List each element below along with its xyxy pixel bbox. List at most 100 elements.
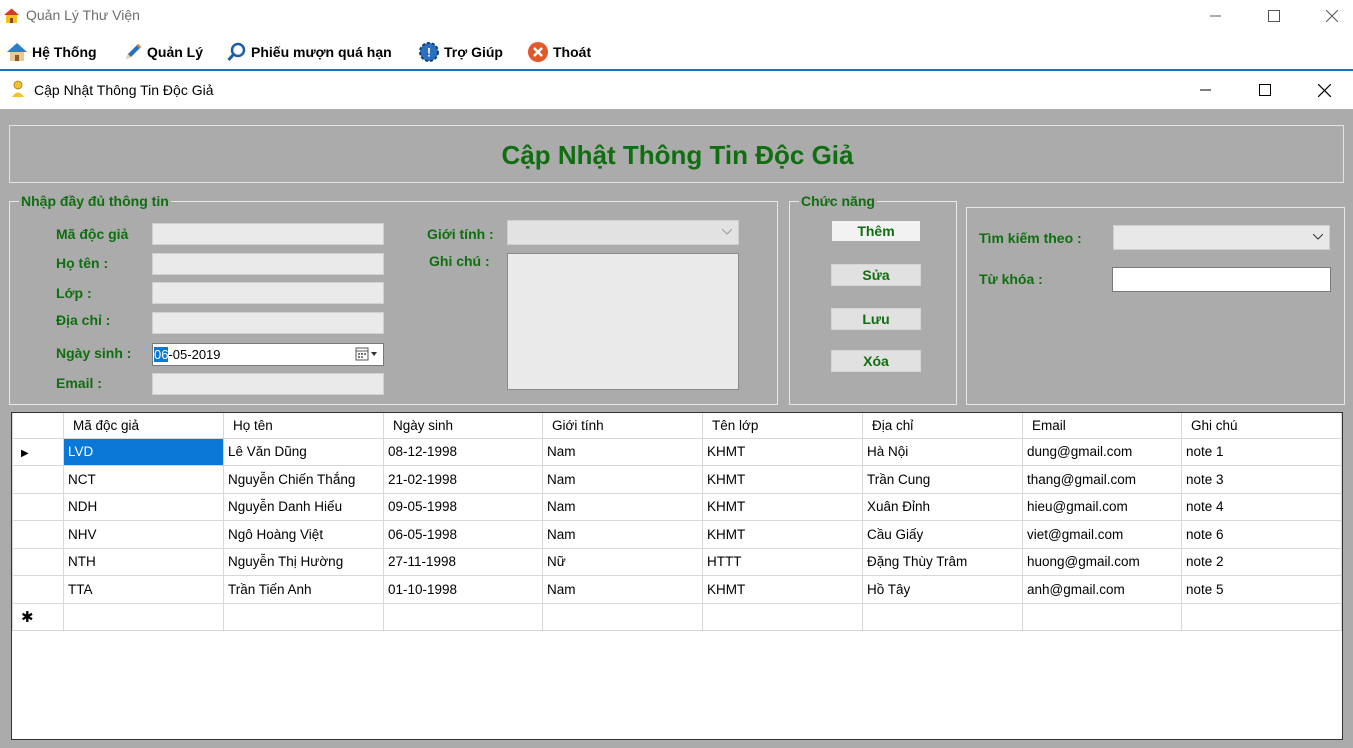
column-header[interactable]: Giới tính (542, 413, 703, 439)
table-cell[interactable]: Đặng Thùy Trâm (862, 547, 1023, 576)
column-header[interactable]: Email (1022, 413, 1182, 439)
table-cell[interactable]: KHMT (702, 575, 863, 604)
table-cell[interactable] (862, 602, 1023, 631)
table-cell[interactable]: Xuân Đỉnh (862, 492, 1023, 521)
column-header[interactable]: Tên lớp (702, 413, 863, 439)
table-cell[interactable]: KHMT (702, 465, 863, 494)
table-row[interactable]: TTA Trần Tiến Anh 01-10-1998 Nam KHMT Hồ Tây a… (12, 575, 1342, 604)
row-header[interactable] (12, 547, 64, 576)
column-header[interactable]: Họ tên (223, 413, 384, 439)
table-cell[interactable]: Nữ (542, 547, 703, 576)
menu-phieu-muon-qua-han[interactable]: Phiếu mượn quá hạn (227, 39, 392, 65)
table-cell[interactable]: note 1 (1181, 437, 1342, 466)
table-cell[interactable]: thang@gmail.com (1022, 465, 1182, 494)
ghi-chu-textarea[interactable] (507, 253, 739, 390)
row-header[interactable] (12, 465, 64, 494)
table-cell[interactable] (1181, 602, 1342, 631)
table-cell[interactable]: 27-11-1998 (383, 547, 543, 576)
table-cell[interactable]: NDH (63, 492, 224, 521)
child-maximize-button[interactable] (1236, 71, 1294, 109)
table-cell[interactable]: 06-05-1998 (383, 520, 543, 549)
table-cell[interactable] (383, 602, 543, 631)
table-row[interactable]: ▶ LVD Lê Văn Dũng 08-12-1998 Nam KHMT Hà Nội du… (12, 437, 1342, 466)
menu-tro-giup[interactable]: ! Trợ Giúp (418, 39, 503, 65)
table-cell[interactable]: huong@gmail.com (1022, 547, 1182, 576)
xoa-button[interactable]: Xóa (831, 350, 921, 372)
table-cell[interactable]: Trần Tiến Anh (223, 575, 384, 604)
row-header[interactable]: ✱ (12, 602, 64, 631)
table-cell[interactable]: Lê Văn Dũng (223, 437, 384, 466)
table-cell[interactable] (223, 602, 384, 631)
table-cell[interactable]: anh@gmail.com (1022, 575, 1182, 604)
table-cell[interactable]: Nguyễn Thị Hường (223, 547, 384, 576)
table-cell[interactable]: 09-05-1998 (383, 492, 543, 521)
table-cell[interactable]: 01-10-1998 (383, 575, 543, 604)
table-cell[interactable]: KHMT (702, 437, 863, 466)
ngay-sinh-datepicker[interactable]: 06-05-2019 (152, 343, 384, 366)
ho-ten-input[interactable] (152, 253, 384, 275)
table-cell[interactable] (1022, 602, 1182, 631)
table-cell[interactable] (542, 602, 703, 631)
table-cell[interactable]: 21-02-1998 (383, 465, 543, 494)
table-cell[interactable]: Hà Nội (862, 437, 1023, 466)
gioi-tinh-select[interactable] (507, 220, 739, 245)
table-cell[interactable]: Nguyễn Chiến Thắng (223, 465, 384, 494)
table-cell[interactable]: note 6 (1181, 520, 1342, 549)
table-cell[interactable]: Hồ Tây (862, 575, 1023, 604)
table-row[interactable]: NHV Ngô Hoàng Việt 06-05-1998 Nam KHMT Cầu Gi… (12, 520, 1342, 549)
table-cell[interactable]: Nguyễn Danh Hiếu (223, 492, 384, 521)
table-cell[interactable]: viet@gmail.com (1022, 520, 1182, 549)
table-cell[interactable]: 08-12-1998 (383, 437, 543, 466)
menu-quan-ly[interactable]: Quản Lý (123, 39, 203, 65)
table-cell[interactable]: Trần Cung (862, 465, 1023, 494)
luu-button[interactable]: Lưu (831, 308, 921, 330)
menu-thoat[interactable]: Thoát (527, 39, 591, 65)
table-cell[interactable] (702, 602, 863, 631)
table-cell[interactable]: Nam (542, 575, 703, 604)
table-cell[interactable]: NCT (63, 465, 224, 494)
table-cell[interactable]: note 4 (1181, 492, 1342, 521)
search-by-select[interactable] (1113, 225, 1330, 250)
table-cell[interactable]: note 5 (1181, 575, 1342, 604)
row-header[interactable] (12, 520, 64, 549)
table-cell[interactable]: NTH (63, 547, 224, 576)
table-cell[interactable]: note 2 (1181, 547, 1342, 576)
table-cell[interactable]: Nam (542, 437, 703, 466)
row-header[interactable] (12, 575, 64, 604)
table-cell[interactable]: note 3 (1181, 465, 1342, 494)
lop-input[interactable] (152, 282, 384, 304)
table-cell[interactable]: Nam (542, 520, 703, 549)
table-row[interactable]: NCT Nguyễn Chiến Thắng 21-02-1998 Nam KHMT Tr… (12, 465, 1342, 494)
table-row[interactable]: NDH Nguyễn Danh Hiếu 09-05-1998 Nam KHMT Xuân… (12, 492, 1342, 521)
column-header[interactable]: Ghi chú (1181, 413, 1342, 439)
table-cell[interactable]: TTA (63, 575, 224, 604)
table-cell[interactable]: HTTT (702, 547, 863, 576)
column-header[interactable]: Mã độc giả (63, 413, 224, 439)
table-cell[interactable]: NHV (63, 520, 224, 549)
new-row[interactable]: ✱ (12, 602, 1342, 631)
column-header[interactable]: Ngày sinh (383, 413, 543, 439)
readers-datagrid[interactable]: Mã độc giả Họ tên Ngày sinh Giới tính Tê… (11, 412, 1343, 740)
table-cell[interactable]: Cầu Giấy (862, 520, 1023, 549)
row-header[interactable]: ▶ (12, 437, 64, 466)
table-cell[interactable]: Ngô Hoàng Việt (223, 520, 384, 549)
close-button[interactable] (1303, 0, 1353, 32)
child-close-button[interactable] (1295, 71, 1353, 109)
table-cell[interactable]: KHMT (702, 492, 863, 521)
child-minimize-button[interactable] (1177, 71, 1235, 109)
table-cell[interactable]: hieu@gmail.com (1022, 492, 1182, 521)
table-cell[interactable] (63, 602, 224, 631)
email-input[interactable] (152, 373, 384, 395)
ma-doc-gia-input[interactable] (152, 223, 384, 245)
keyword-input[interactable] (1112, 267, 1331, 292)
table-cell[interactable]: LVD (63, 437, 224, 466)
calendar-dropdown-icon[interactable] (355, 347, 379, 364)
table-cell[interactable]: KHMT (702, 520, 863, 549)
sua-button[interactable]: Sửa (831, 264, 921, 286)
column-header[interactable]: Địa chỉ (862, 413, 1023, 439)
table-cell[interactable]: Nam (542, 492, 703, 521)
minimize-button[interactable] (1187, 0, 1245, 32)
table-cell[interactable]: dung@gmail.com (1022, 437, 1182, 466)
row-header[interactable] (12, 492, 64, 521)
maximize-button[interactable] (1245, 0, 1303, 32)
